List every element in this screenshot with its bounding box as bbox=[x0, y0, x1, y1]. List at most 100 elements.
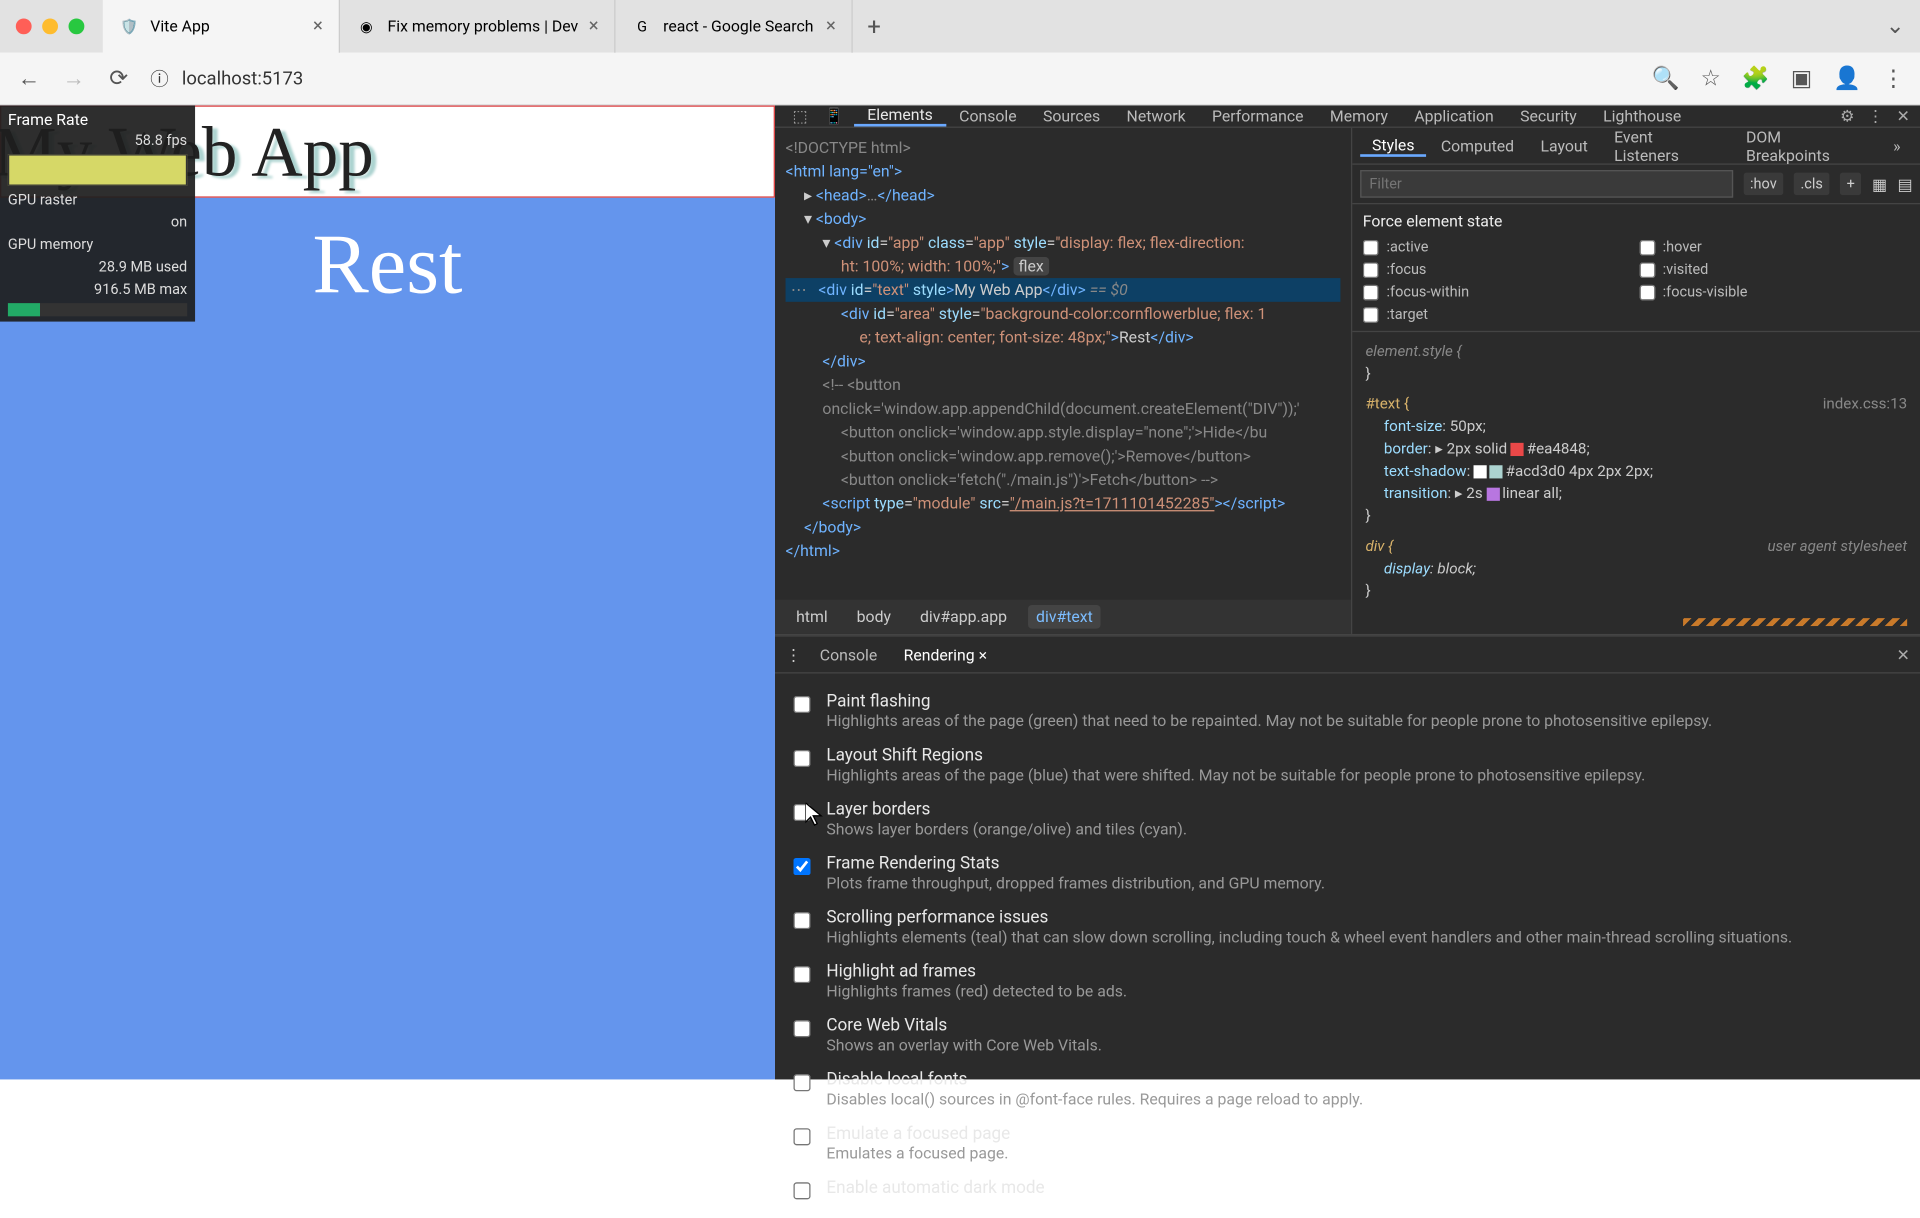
devtools-tab[interactable]: Lighthouse bbox=[1590, 105, 1694, 126]
add-rule-button[interactable]: + bbox=[1840, 173, 1861, 195]
raster-value: on bbox=[171, 214, 187, 231]
profile-icon[interactable]: 👤 bbox=[1833, 65, 1861, 91]
css-source-link[interactable]: index.css:13 bbox=[1823, 393, 1907, 415]
devtools-tab[interactable]: Memory bbox=[1317, 105, 1401, 126]
rendering-checkbox[interactable] bbox=[793, 750, 810, 767]
more-icon[interactable]: ⋮ bbox=[1868, 107, 1884, 125]
rendering-checkbox[interactable] bbox=[793, 912, 810, 929]
zoom-icon[interactable]: 🔍 bbox=[1652, 65, 1680, 91]
rendering-checkbox[interactable] bbox=[793, 1182, 810, 1199]
drawer-menu-icon[interactable]: ⋮ bbox=[786, 645, 802, 663]
breadcrumb-item[interactable]: div#text bbox=[1028, 605, 1101, 629]
extensions-icon[interactable]: 🧩 bbox=[1742, 65, 1770, 91]
devtools-tab[interactable]: Console bbox=[946, 105, 1030, 126]
rendering-option-title: Layout Shift Regions bbox=[826, 746, 1645, 766]
styles-layout-icon[interactable]: ▦ bbox=[1872, 175, 1887, 193]
rendering-checkbox[interactable] bbox=[793, 858, 810, 875]
breadcrumb-item[interactable]: body bbox=[849, 605, 899, 629]
site-info-icon[interactable]: ⓘ bbox=[150, 65, 168, 91]
rendering-option-title: Layer borders bbox=[826, 800, 1187, 820]
devtools-tab[interactable]: Performance bbox=[1199, 105, 1317, 126]
drawer-tab[interactable]: Console bbox=[807, 645, 891, 663]
maximize-window-button[interactable] bbox=[69, 18, 85, 34]
force-state-checkbox[interactable]: :active bbox=[1363, 239, 1634, 256]
close-window-button[interactable] bbox=[16, 18, 32, 34]
drawer-close-button[interactable]: ✕ bbox=[1897, 645, 1910, 663]
inspect-icon[interactable]: ⬚ bbox=[786, 107, 815, 125]
breadcrumb-item[interactable]: html bbox=[788, 605, 835, 629]
rendering-option: Disable local fontsDisables local() sour… bbox=[793, 1062, 1901, 1116]
rendering-checkbox[interactable] bbox=[793, 1074, 810, 1091]
force-state-checkbox[interactable]: :target bbox=[1363, 306, 1634, 323]
hov-button[interactable]: :hov bbox=[1743, 173, 1783, 195]
minimize-window-button[interactable] bbox=[42, 18, 58, 34]
drawer-tab[interactable]: Rendering × bbox=[890, 645, 1000, 663]
browser-toolbar: ← → ⟳ ⓘ localhost:5173 🔍 ☆ 🧩 ▣ 👤 ⋮ bbox=[0, 53, 1920, 106]
rendering-option-title: Enable automatic dark mode bbox=[826, 1178, 1044, 1198]
styles-computed-icon[interactable]: ▤ bbox=[1897, 175, 1912, 193]
rendering-option: Paint flashingHighlights areas of the pa… bbox=[793, 684, 1901, 738]
tab-close-button[interactable]: × bbox=[826, 16, 836, 37]
styles-filter-input[interactable] bbox=[1360, 170, 1733, 198]
close-devtools-button[interactable]: ✕ bbox=[1897, 107, 1910, 125]
settings-icon[interactable]: ⚙ bbox=[1840, 107, 1854, 125]
address-bar[interactable]: ⓘ localhost:5173 bbox=[150, 65, 303, 91]
rendering-option: Frame Rendering StatsPlots frame through… bbox=[793, 846, 1901, 900]
styles-subtab[interactable]: Styles bbox=[1360, 135, 1426, 156]
rendering-option-desc: Highlights frames (red) detected to be a… bbox=[826, 982, 1127, 1000]
reload-button[interactable]: ⟳ bbox=[105, 65, 131, 91]
devtools-tab[interactable]: Application bbox=[1401, 105, 1507, 126]
rendering-option: Emulate a focused pageEmulates a focused… bbox=[793, 1116, 1901, 1170]
browser-tab[interactable]: 🛡️Vite App× bbox=[103, 0, 340, 53]
back-button[interactable]: ← bbox=[16, 65, 42, 91]
tab-overflow-button[interactable]: ⌄ bbox=[1886, 13, 1905, 39]
rendering-checkbox[interactable] bbox=[793, 1020, 810, 1037]
fps-value: 58.8 fps bbox=[135, 132, 188, 149]
styles-more-icon[interactable]: » bbox=[1881, 136, 1912, 154]
menu-icon[interactable]: ⋮ bbox=[1882, 65, 1904, 91]
rendering-option-title: Core Web Vitals bbox=[826, 1016, 1102, 1036]
styles-subtab[interactable]: DOM Breakpoints bbox=[1734, 127, 1879, 164]
force-state-checkbox[interactable]: :visited bbox=[1639, 261, 1910, 278]
rendering-option-title: Emulate a focused page bbox=[826, 1124, 1010, 1144]
browser-tab[interactable]: Greact - Google Search× bbox=[616, 0, 853, 53]
force-state-checkbox[interactable]: :focus bbox=[1363, 261, 1634, 278]
force-state-checkbox[interactable]: :focus-visible bbox=[1639, 283, 1910, 300]
force-state-checkbox[interactable]: :focus-within bbox=[1363, 283, 1634, 300]
rendering-option-desc: Shows layer borders (orange/olive) and t… bbox=[826, 820, 1187, 838]
rendering-checkbox[interactable] bbox=[793, 696, 810, 713]
force-state-checkbox[interactable]: :hover bbox=[1639, 239, 1910, 256]
devtools-tab[interactable]: Elements bbox=[854, 105, 946, 126]
rendering-checkbox[interactable] bbox=[793, 1128, 810, 1145]
rendering-option-title: Frame Rendering Stats bbox=[826, 854, 1325, 874]
devtools-tab[interactable]: Sources bbox=[1030, 105, 1114, 126]
tab-close-button[interactable]: × bbox=[313, 16, 323, 37]
rendering-option: Enable automatic dark mode bbox=[793, 1170, 1901, 1207]
framerate-label: Frame Rate bbox=[8, 111, 187, 129]
cls-button[interactable]: .cls bbox=[1794, 173, 1830, 195]
tab-close-button[interactable]: × bbox=[589, 16, 599, 37]
side-panel-icon[interactable]: ▣ bbox=[1791, 65, 1812, 91]
styles-subtab[interactable]: Event Listeners bbox=[1602, 127, 1731, 164]
fps-bar bbox=[8, 154, 187, 186]
gpumem-label: GPU memory bbox=[8, 236, 93, 253]
drawer-tab-close[interactable]: × bbox=[975, 645, 987, 663]
forward-button[interactable]: → bbox=[61, 65, 87, 91]
rendering-checkbox[interactable] bbox=[793, 804, 810, 821]
elements-tree[interactable]: <!DOCTYPE html> <html lang="en"> ▸ <head… bbox=[775, 128, 1351, 600]
breadcrumb-item[interactable]: div#app.app bbox=[912, 605, 1015, 629]
styles-pane: StylesComputedLayoutEvent ListenersDOM B… bbox=[1351, 128, 1920, 634]
devtools-tab[interactable]: Network bbox=[1113, 105, 1198, 126]
tab-title: Vite App bbox=[150, 17, 209, 35]
rendering-option-title: Disable local fonts bbox=[826, 1070, 1363, 1090]
styles-subtab[interactable]: Layout bbox=[1529, 136, 1600, 154]
rendering-checkbox[interactable] bbox=[793, 966, 810, 983]
devtools-panel: ⬚ 📱 ElementsConsoleSourcesNetworkPerform… bbox=[775, 105, 1920, 1079]
bookmark-icon[interactable]: ☆ bbox=[1701, 65, 1721, 91]
box-model-strip bbox=[1683, 618, 1907, 626]
device-toggle-icon[interactable]: 📱 bbox=[820, 107, 849, 125]
styles-subtab[interactable]: Computed bbox=[1429, 136, 1526, 154]
new-tab-button[interactable]: + bbox=[853, 13, 895, 41]
devtools-tab[interactable]: Security bbox=[1507, 105, 1590, 126]
browser-tab[interactable]: ◉Fix memory problems | Dev× bbox=[340, 0, 616, 53]
